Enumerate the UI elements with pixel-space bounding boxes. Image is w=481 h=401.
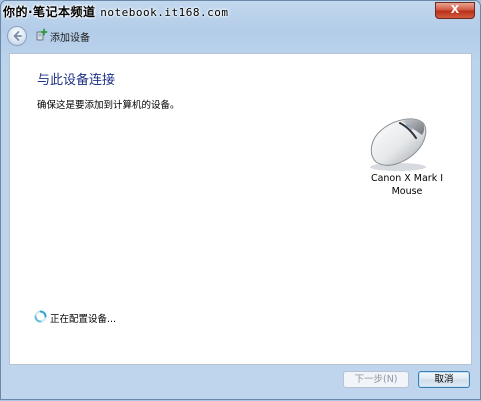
wizard-title: 添加设备 bbox=[50, 33, 90, 44]
device-name: Canon X Mark I Mouse bbox=[362, 172, 452, 198]
back-arrow-icon bbox=[13, 31, 22, 41]
next-button[interactable]: 下一步(N) bbox=[343, 371, 409, 388]
device-name-line1: Canon X Mark I bbox=[370, 173, 444, 184]
wizard-window: 你的·笔记本频道 notebook.it168.com X 添加设备 与此设备连… bbox=[0, 0, 481, 400]
mouse-icon bbox=[370, 118, 427, 171]
back-button[interactable] bbox=[7, 26, 27, 46]
page-title: 与此设备连接 bbox=[37, 73, 116, 88]
instruction-text: 确保这是要添加到计算机的设备。 bbox=[37, 100, 180, 111]
close-button[interactable]: X bbox=[435, 2, 475, 19]
watermark: 你的·笔记本频道 notebook.it168.com bbox=[3, 3, 228, 21]
cancel-button[interactable]: 取消 bbox=[418, 371, 470, 388]
device-name-line2: Mouse bbox=[391, 186, 423, 197]
spinner-icon bbox=[34, 310, 47, 323]
watermark-url: notebook.it168.com bbox=[100, 6, 229, 19]
close-icon: X bbox=[450, 3, 460, 16]
add-device-icon bbox=[36, 28, 48, 41]
status-text: 正在配置设备... bbox=[50, 314, 117, 325]
wizard-footer: 下一步(N) 取消 bbox=[1, 365, 480, 401]
watermark-prefix: 你的·笔记本频道 bbox=[3, 5, 96, 19]
wizard-toolbar: 添加设备 bbox=[1, 23, 480, 49]
device-tile[interactable] bbox=[362, 112, 462, 176]
content-pane: 与此设备连接 确保这是要添加到计算机的设备。 Canon X Mark I Mo… bbox=[9, 53, 472, 365]
